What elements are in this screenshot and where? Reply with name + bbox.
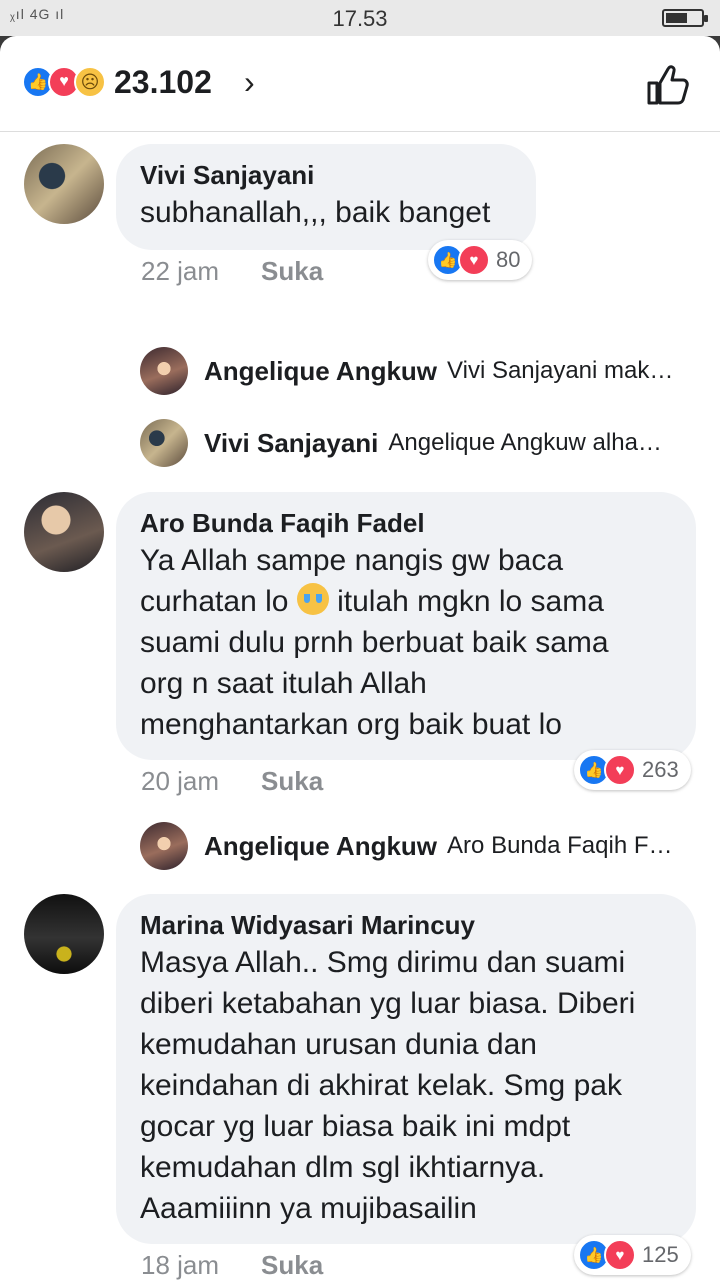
comment-meta: 22 jam Suka xyxy=(141,256,323,287)
reactions-summary[interactable]: 👍 ♥ ☹ 23.102 xyxy=(22,63,212,100)
comment-meta: 20 jam Suka xyxy=(141,766,323,797)
status-bar: ᵪıl 4G ıl 17.53 xyxy=(0,0,720,36)
reaction-count: 263 xyxy=(642,757,679,782)
reaction-count: 125 xyxy=(642,1242,679,1267)
sad-reaction-icon: ☹ xyxy=(74,66,106,98)
like-button[interactable]: Suka xyxy=(261,766,323,797)
comment-author[interactable]: Marina Widyasari Marincuy xyxy=(140,908,672,942)
love-reaction-icon: ♥ xyxy=(604,754,636,786)
avatar[interactable] xyxy=(24,492,104,572)
like-button[interactable]: Suka xyxy=(261,256,323,287)
status-time: 17.53 xyxy=(332,6,388,31)
reply-text: Vivi Sanjayani mak… xyxy=(447,357,674,384)
reply-text: Angelique Angkuw alha… xyxy=(388,429,662,456)
reply-preview[interactable]: Vivi Sanjayani Angelique Angkuw alha… xyxy=(140,418,720,468)
comment-reactions[interactable]: 👍 ♥ 125 xyxy=(574,1235,691,1275)
reply-text: Aro Bunda Faqih F… xyxy=(447,832,673,859)
crying-emoji-icon xyxy=(296,583,329,615)
comments-sheet: 👍 ♥ ☹ 23.102 › Vivi Sanjayani subhanalla… xyxy=(0,36,720,1280)
comment-bubble[interactable]: Marina Widyasari Marincuy Masya Allah.. … xyxy=(116,894,696,1244)
comment-reactions[interactable]: 👍 ♥ 263 xyxy=(574,750,691,790)
battery-icon xyxy=(662,9,708,27)
comment-text: Ya Allah sampe nangis gw baca curhatan l… xyxy=(140,540,672,745)
comment-text: subhanallah,,, baik banget xyxy=(140,196,491,229)
avatar[interactable] xyxy=(24,144,104,224)
reaction-count: 23.102 xyxy=(114,63,212,100)
reply-author[interactable]: Angelique Angkuw xyxy=(204,831,437,862)
comment-text: Masya Allah.. Smg dirimu dan suami diber… xyxy=(140,946,636,1225)
comment-meta: 18 jam Suka xyxy=(141,1250,323,1280)
comment-time[interactable]: 22 jam xyxy=(141,256,219,287)
reactions-header[interactable]: 👍 ♥ ☹ 23.102 › xyxy=(0,36,720,132)
love-reaction-icon: ♥ xyxy=(458,244,490,276)
reply-author[interactable]: Vivi Sanjayani xyxy=(204,428,378,459)
comment-reactions[interactable]: 👍 ♥ 80 xyxy=(428,240,533,280)
avatar[interactable] xyxy=(140,822,188,870)
like-button[interactable]: Suka xyxy=(261,1250,323,1280)
love-reaction-icon: ♥ xyxy=(604,1239,636,1271)
reaction-count: 80 xyxy=(496,247,521,272)
comment-author[interactable]: Aro Bunda Faqih Fadel xyxy=(140,506,672,540)
reply-preview[interactable]: Angelique Angkuw Aro Bunda Faqih F… xyxy=(140,821,720,871)
avatar[interactable] xyxy=(140,347,188,395)
comment-bubble[interactable]: Vivi Sanjayani subhanallah,,, baik bange… xyxy=(116,144,536,250)
reply-preview[interactable]: Angelique Angkuw Vivi Sanjayani mak… xyxy=(140,346,720,396)
comment-time[interactable]: 20 jam xyxy=(141,766,219,797)
reply-author[interactable]: Angelique Angkuw xyxy=(204,356,437,387)
chevron-right-icon[interactable]: › xyxy=(244,66,272,98)
comment-time[interactable]: 18 jam xyxy=(141,1250,219,1280)
thumbs-up-icon[interactable] xyxy=(646,64,690,106)
avatar[interactable] xyxy=(140,419,188,467)
comment-bubble[interactable]: Aro Bunda Faqih Fadel Ya Allah sampe nan… xyxy=(116,492,696,760)
comment-author[interactable]: Vivi Sanjayani xyxy=(140,158,512,192)
avatar[interactable] xyxy=(24,894,104,974)
